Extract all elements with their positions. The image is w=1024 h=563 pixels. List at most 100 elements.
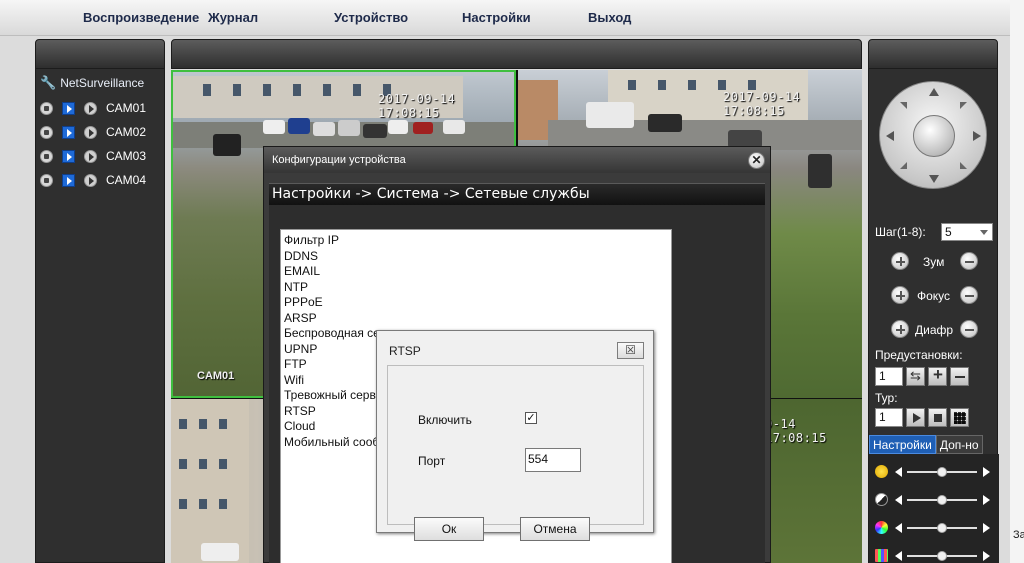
camera-row-3[interactable]: CAM03 — [40, 147, 146, 165]
preset-add-button[interactable] — [928, 365, 947, 386]
camera-row-1[interactable]: CAM01 — [40, 99, 146, 117]
tour-config-button[interactable] — [950, 408, 969, 427]
play-icon[interactable] — [84, 125, 97, 139]
focus-in-button[interactable] — [891, 286, 909, 304]
video-cam-label: CAM01 — [197, 370, 235, 382]
service-list-item[interactable]: UPNP — [284, 342, 379, 358]
saturation-slider[interactable] — [875, 520, 993, 536]
slider-knob[interactable] — [937, 523, 947, 533]
service-list-item[interactable]: Wifi — [284, 373, 379, 389]
enable-checkbox[interactable]: ✓ — [525, 412, 537, 424]
tab-extra[interactable]: Доп-но — [935, 435, 983, 454]
service-list-item[interactable]: NTP — [284, 280, 379, 296]
ptz-center-button[interactable] — [913, 115, 955, 157]
menu-playback[interactable]: Воспроизведение — [83, 10, 199, 25]
record-stop-icon[interactable] — [40, 101, 53, 115]
rtsp-dialog-title: RTSP — [389, 344, 421, 358]
arrow-down-icon[interactable] — [929, 175, 939, 183]
camera-label[interactable]: CAM02 — [106, 125, 146, 139]
increase-arrow-icon[interactable] — [983, 551, 990, 561]
increase-arrow-icon[interactable] — [983, 523, 990, 533]
record-stop-icon[interactable] — [40, 149, 53, 163]
tools-icon: 🔧 — [40, 75, 57, 90]
camera-label[interactable]: CAM04 — [106, 173, 146, 187]
slider-knob[interactable] — [937, 495, 947, 505]
tree-root-label: NetSurveillance — [60, 76, 145, 90]
video-panel-header — [171, 39, 862, 69]
slider-knob[interactable] — [937, 467, 947, 477]
camera-label[interactable]: CAM03 — [106, 149, 146, 163]
increase-arrow-icon[interactable] — [983, 467, 990, 477]
close-icon[interactable]: ☒ — [617, 342, 644, 359]
decrease-arrow-icon[interactable] — [895, 495, 902, 505]
contrast-slider[interactable] — [875, 492, 993, 508]
hue-slider[interactable] — [875, 548, 993, 563]
play-icon[interactable] — [84, 149, 97, 163]
ptz-direction-wheel[interactable] — [879, 81, 987, 189]
tour-number-input[interactable]: 1 — [875, 408, 903, 427]
service-list-item[interactable]: ARSP — [284, 311, 379, 327]
arrow-up-icon[interactable] — [929, 88, 939, 96]
iris-label: Диафр — [915, 323, 954, 337]
service-list-item[interactable]: Мобильный сообщи — [284, 435, 379, 451]
stream-icon[interactable] — [62, 125, 75, 139]
step-select[interactable]: 5 — [941, 223, 993, 241]
stream-icon[interactable] — [62, 173, 75, 187]
preset-remove-button[interactable] — [950, 367, 969, 386]
decrease-arrow-icon[interactable] — [895, 523, 902, 533]
camera-label[interactable]: CAM01 — [106, 101, 146, 115]
record-stop-icon[interactable] — [40, 125, 53, 139]
play-icon[interactable] — [84, 101, 97, 115]
zoom-in-button[interactable] — [891, 252, 909, 270]
play-icon[interactable] — [84, 173, 97, 187]
stream-icon[interactable] — [62, 149, 75, 163]
arrow-down-right-icon[interactable] — [960, 162, 967, 169]
arrow-up-right-icon[interactable] — [960, 102, 967, 109]
tour-stop-button[interactable] — [928, 408, 947, 427]
menu-device[interactable]: Устройство — [334, 10, 408, 25]
service-list-item[interactable]: Фильтр IP — [284, 233, 379, 249]
arrow-left-icon[interactable] — [886, 131, 894, 141]
tree-root[interactable]: 🔧 NetSurveillance — [40, 75, 144, 91]
record-stop-icon[interactable] — [40, 173, 53, 187]
menu-settings[interactable]: Настройки — [462, 10, 531, 25]
service-list-item[interactable]: EMAIL — [284, 264, 379, 280]
service-list-item[interactable]: FTP — [284, 357, 379, 373]
iris-close-button[interactable] — [960, 320, 978, 338]
top-menu-bar: Воспроизведение Журнал Устройство Настро… — [0, 0, 1010, 36]
camera-row-2[interactable]: CAM02 — [40, 123, 146, 141]
preset-number-input[interactable]: 1 — [875, 367, 903, 386]
focus-out-button[interactable] — [960, 286, 978, 304]
iris-open-button[interactable] — [891, 320, 909, 338]
increase-arrow-icon[interactable] — [983, 495, 990, 505]
focus-label: Фокус — [917, 289, 951, 303]
service-list-item[interactable]: PPPoE — [284, 295, 379, 311]
service-list-item[interactable]: RTSP — [284, 404, 379, 420]
close-icon[interactable]: ✕ — [748, 152, 765, 169]
cancel-button[interactable]: Отмена — [520, 517, 590, 541]
preset-goto-button[interactable] — [906, 367, 925, 386]
port-input[interactable]: 554 — [525, 448, 581, 472]
arrow-up-left-icon[interactable] — [900, 102, 907, 109]
tour-start-button[interactable] — [906, 408, 925, 427]
arrow-right-icon[interactable] — [973, 131, 981, 141]
arrow-down-left-icon[interactable] — [900, 162, 907, 169]
stream-icon[interactable] — [62, 101, 75, 115]
ok-button[interactable]: Ок — [414, 517, 484, 541]
menu-log[interactable]: Журнал — [208, 10, 258, 25]
contrast-icon — [875, 493, 888, 506]
slider-knob[interactable] — [937, 551, 947, 561]
menu-exit[interactable]: Выход — [588, 10, 631, 25]
service-list-item[interactable]: Тревожный сервер — [284, 388, 379, 404]
service-list-item[interactable]: DDNS — [284, 249, 379, 265]
brightness-slider[interactable] — [875, 464, 993, 480]
zoom-out-button[interactable] — [960, 252, 978, 270]
camera-row-4[interactable]: CAM04 — [40, 171, 146, 189]
tab-settings[interactable]: Настройки — [869, 435, 936, 454]
zoom-label: Зум — [923, 255, 945, 269]
service-list-item[interactable]: Cloud — [284, 419, 379, 435]
decrease-arrow-icon[interactable] — [895, 467, 902, 477]
service-list-item[interactable]: Беспроводная сеть — [284, 326, 379, 342]
decrease-arrow-icon[interactable] — [895, 551, 902, 561]
video-timestamp: 2017-09-14 17:08:15 — [723, 90, 801, 118]
